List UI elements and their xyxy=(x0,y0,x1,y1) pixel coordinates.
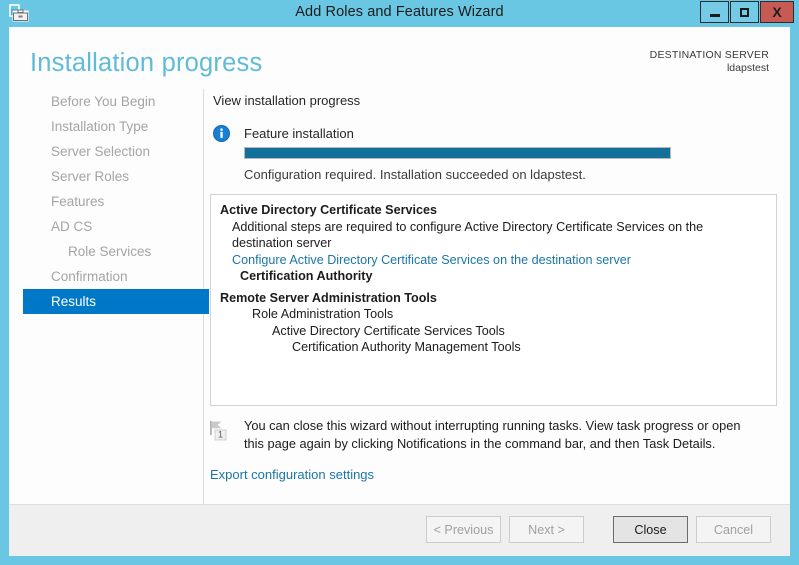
close-wizard-notice-text: You can close this wizard without interr… xyxy=(244,418,741,451)
sidebar-item-label: Features xyxy=(51,194,105,209)
main-content: View installation progress Feature insta… xyxy=(204,89,790,504)
sidebar-item-installation-type[interactable]: Installation Type xyxy=(23,114,209,139)
close-wizard-button[interactable]: Close xyxy=(613,516,688,543)
sidebar-item-label: Results xyxy=(51,294,97,309)
cancel-button[interactable]: Cancel xyxy=(696,516,771,543)
sidebar-item-label: Confirmation xyxy=(51,269,128,284)
sidebar-item-label: AD CS xyxy=(51,219,93,234)
destination-server-block: DESTINATION SERVER ldapstest xyxy=(650,49,769,75)
result-line: Active Directory Certificate Services To… xyxy=(272,323,505,338)
result-line: Additional steps are required to configu… xyxy=(232,219,704,251)
window-controls: X xyxy=(700,1,794,23)
next-button[interactable]: Next > xyxy=(509,516,584,543)
info-icon xyxy=(213,125,230,142)
configure-adcs-link[interactable]: Configure Active Directory Certificate S… xyxy=(232,252,767,269)
minimize-icon xyxy=(709,13,720,17)
wizard-window: Add Roles and Features Wizard X Installa… xyxy=(0,0,799,565)
sidebar-item-ad-cs[interactable]: AD CS xyxy=(23,214,209,239)
result-line: Certification Authority Management Tools xyxy=(292,340,521,354)
progress-status-text: Configuration required. Installation suc… xyxy=(244,167,586,182)
wizard-steps-sidebar: Before You Begin Installation Type Serve… xyxy=(9,89,209,504)
page-header: Installation progress DESTINATION SERVER… xyxy=(9,27,790,89)
notification-flag-icon: 1 xyxy=(208,419,232,445)
maximize-button[interactable] xyxy=(730,1,759,23)
sidebar-item-server-roles[interactable]: Server Roles xyxy=(23,164,209,189)
sidebar-item-results[interactable]: Results xyxy=(23,289,209,314)
sidebar-item-features[interactable]: Features xyxy=(23,189,209,214)
title-bar: Add Roles and Features Wizard X xyxy=(9,0,794,27)
result-line: Role Administration Tools xyxy=(252,307,394,321)
installation-progress-bar xyxy=(244,147,671,159)
sidebar-item-confirmation[interactable]: Confirmation xyxy=(23,264,209,289)
previous-button[interactable]: < Previous xyxy=(426,516,501,543)
page-title: Installation progress xyxy=(30,49,263,77)
export-configuration-settings-link[interactable]: Export configuration settings xyxy=(210,467,374,482)
wizard-footer: < Previous Next > Close Cancel xyxy=(9,504,790,556)
maximize-icon xyxy=(740,7,749,17)
sidebar-item-label: Server Selection xyxy=(51,144,151,159)
client-area: Installation progress DESTINATION SERVER… xyxy=(9,27,790,556)
section-label: View installation progress xyxy=(213,93,361,108)
progress-bar-fill xyxy=(245,148,670,158)
body-split: Before You Begin Installation Type Serve… xyxy=(9,89,790,504)
sidebar-item-server-selection[interactable]: Server Selection xyxy=(23,139,209,164)
feature-installation-row: Feature installation xyxy=(213,125,354,142)
result-line: Certification Authority xyxy=(240,269,373,283)
destination-server-label: DESTINATION SERVER xyxy=(649,49,769,61)
svg-text:1: 1 xyxy=(218,429,223,439)
result-line: Active Directory Certificate Services xyxy=(220,203,438,217)
feature-installation-label: Feature installation xyxy=(244,126,354,141)
minimize-button[interactable] xyxy=(700,1,729,23)
sidebar-item-label: Server Roles xyxy=(51,169,130,184)
destination-server-value: ldapstest xyxy=(726,62,769,75)
close-button[interactable]: X xyxy=(760,1,794,23)
installation-results-list[interactable]: Active Directory Certificate Services Ad… xyxy=(210,194,777,406)
result-line: Remote Server Administration Tools xyxy=(220,290,437,305)
sidebar-item-label: Role Services xyxy=(68,244,152,259)
sidebar-item-role-services[interactable]: Role Services xyxy=(23,239,209,264)
footer-buttons: < Previous Next > Close Cancel xyxy=(426,516,771,543)
sidebar-item-label: Before You Begin xyxy=(51,94,156,109)
sidebar-item-label: Installation Type xyxy=(51,119,149,134)
window-title: Add Roles and Features Wizard xyxy=(295,4,504,20)
close-icon: X xyxy=(772,4,782,20)
close-wizard-notice: 1 You can close this wizard without inte… xyxy=(208,417,768,453)
sidebar-item-before-you-begin[interactable]: Before You Begin xyxy=(23,89,209,114)
